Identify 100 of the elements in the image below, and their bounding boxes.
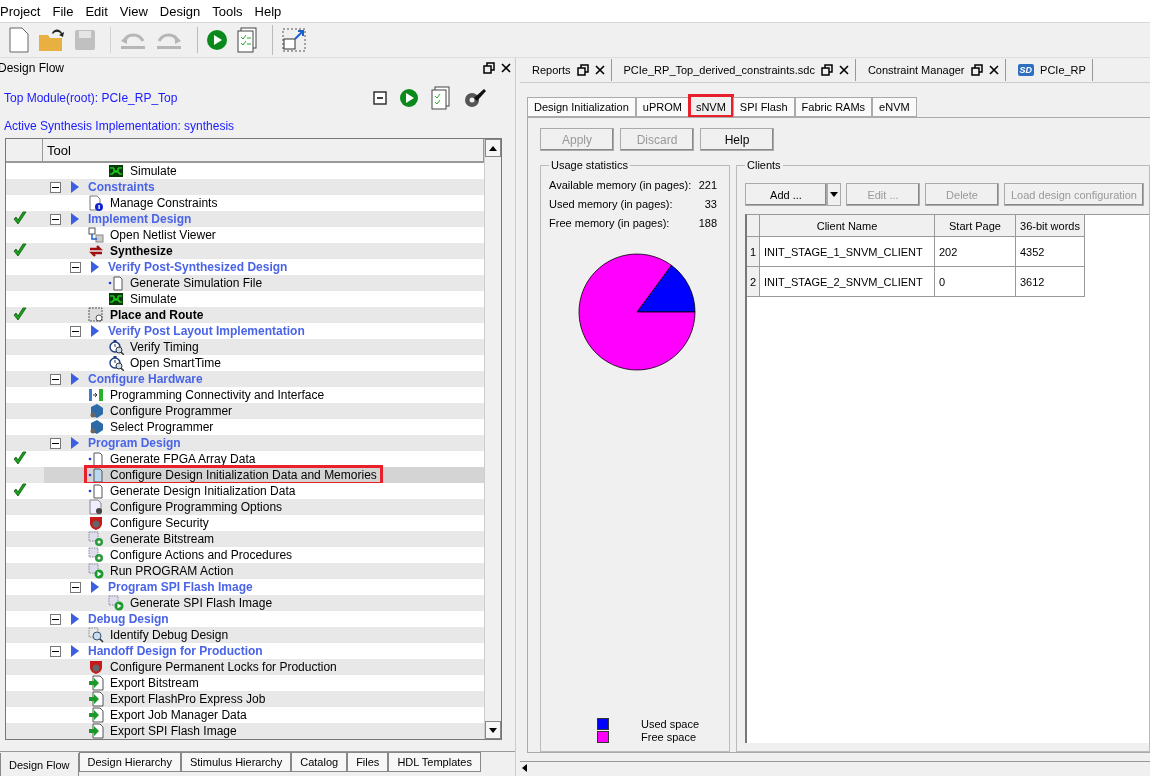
menu-item[interactable]: View xyxy=(113,3,154,19)
row-number: 2 xyxy=(747,267,760,297)
config-tab[interactable]: Design Initialization xyxy=(527,97,636,117)
tool-item[interactable]: Generate FPGA Array Data xyxy=(110,452,256,466)
scroll-up-button[interactable] xyxy=(485,139,501,157)
tool-item[interactable]: Open SmartTime xyxy=(130,356,221,370)
category-label[interactable]: Program Design xyxy=(88,436,181,450)
column-header: Start Page xyxy=(935,215,1016,237)
document-tab[interactable]: Reports xyxy=(520,59,612,81)
document-tab[interactable]: SD PCIe_RP xyxy=(1005,59,1093,81)
config-tab[interactable]: Fabric RAMs xyxy=(794,97,873,117)
category-label[interactable]: Debug Design xyxy=(88,612,169,626)
collapse-toggle[interactable] xyxy=(50,613,61,625)
open-folder-icon xyxy=(38,27,66,53)
close-icon xyxy=(838,65,849,75)
menu-item[interactable]: Edit xyxy=(79,3,114,19)
config-tab[interactable]: SPI Flash xyxy=(732,97,795,117)
tool-item[interactable]: Place and Route xyxy=(110,308,204,322)
check-mark-icon xyxy=(12,209,28,226)
table-cell: 4352 xyxy=(1016,237,1085,267)
add-button[interactable]: Add ... xyxy=(745,183,827,206)
close-icon xyxy=(501,63,511,73)
collapse-toggle[interactable] xyxy=(50,213,61,225)
expand-window-icon xyxy=(281,27,307,53)
group-title: Usage statistics xyxy=(550,159,630,171)
toolbar-button[interactable] xyxy=(272,25,309,55)
tool-item[interactable]: Export Bitstream xyxy=(110,676,199,690)
row-number: 1 xyxy=(747,237,760,267)
tool-item[interactable]: Generate Design Initialization Data xyxy=(110,484,296,498)
down-arrow-icon xyxy=(489,727,497,733)
triangle-right-icon xyxy=(71,213,79,225)
check-mark-icon xyxy=(12,241,28,258)
check-mark-icon xyxy=(12,449,28,466)
document-icon xyxy=(88,467,104,483)
group-title: Clients xyxy=(746,159,782,171)
triangle-right-icon xyxy=(91,325,99,337)
document-tab[interactable]: Constraint Manager xyxy=(855,59,1006,81)
tool-item[interactable]: Configure Actions and Procedures xyxy=(110,548,293,562)
toolbar-button[interactable] xyxy=(197,27,230,53)
category-label[interactable]: Verify Post-Synthesized Design xyxy=(108,260,288,274)
collapse-toggle[interactable] xyxy=(50,437,61,449)
panel-tab[interactable]: Design Hierarchy xyxy=(78,752,181,772)
tool-item[interactable]: Programming Connectivity and Interface xyxy=(110,388,325,402)
tool-item[interactable]: Select Programmer xyxy=(110,420,214,434)
panel-tab[interactable]: Design Flow xyxy=(0,753,79,776)
collapse-toggle[interactable] xyxy=(70,261,81,273)
column-header: Client Name xyxy=(760,215,935,237)
config-tab[interactable]: eNVM xyxy=(872,97,917,117)
stat-label: Used memory (in pages): xyxy=(549,197,673,210)
play-circle-icon xyxy=(206,29,228,51)
table-cell: INIT_STAGE_2_SNVM_CLIENT xyxy=(760,267,935,297)
category-label[interactable]: Verify Post Layout Implementation xyxy=(108,324,305,338)
collapse-toggle[interactable] xyxy=(50,645,61,657)
config-tab[interactable]: sNVM xyxy=(688,95,733,117)
collapse-toggle[interactable] xyxy=(70,325,81,337)
document-tab[interactable]: PCIe_RP_Top_derived_constraints.sdc xyxy=(611,59,856,81)
restore-icon xyxy=(483,62,495,74)
collapse-toggle[interactable] xyxy=(50,373,61,385)
dropdown-button[interactable] xyxy=(827,183,841,206)
table-cell: INIT_STAGE_1_SNVM_CLIENT xyxy=(760,237,935,267)
menu-item[interactable]: Design xyxy=(153,3,207,19)
collapse-toggle[interactable] xyxy=(50,181,61,193)
config-tab[interactable]: uPROM xyxy=(635,97,689,117)
scroll-down-button[interactable] xyxy=(485,721,501,739)
triangle-right-icon xyxy=(71,181,79,193)
waveform-icon xyxy=(108,291,124,307)
top-module-label: Top Module(root): PCIe_RP_Top xyxy=(4,91,178,105)
stat-value: 188 xyxy=(698,216,717,229)
menu-item[interactable]: Project xyxy=(0,3,47,19)
tool-item[interactable]: Open Netlist Viewer xyxy=(110,228,216,242)
caret-icon xyxy=(830,192,838,197)
tool-item[interactable]: Manage Constraints xyxy=(110,196,218,210)
category-label[interactable]: Implement Design xyxy=(88,212,192,226)
scroll-left-icon[interactable] xyxy=(522,764,527,772)
column-header: 36-bit words xyxy=(1016,215,1085,237)
tool-item[interactable]: Simulate xyxy=(130,292,177,306)
menu-item[interactable]: File xyxy=(46,3,80,19)
panel-tab[interactable]: Stimulus Hierarchy xyxy=(180,752,292,772)
tool-item[interactable]: Verify Timing xyxy=(130,340,199,354)
panel-tab[interactable]: Files xyxy=(347,752,389,772)
tool-item[interactable]: Export Job Manager Data xyxy=(110,708,247,722)
category-label[interactable]: Program SPI Flash Image xyxy=(108,580,253,594)
stat-label: Available memory (in pages): xyxy=(549,178,692,191)
tool-item[interactable]: Simulate xyxy=(130,164,177,178)
programmer-device-icon xyxy=(88,403,104,419)
checklist-document-icon xyxy=(236,27,258,53)
category-label[interactable]: Constraints xyxy=(88,180,155,194)
tool-item[interactable]: Configure Security xyxy=(110,516,209,530)
new-file-icon xyxy=(6,27,30,53)
menu-item[interactable]: Help xyxy=(248,3,288,19)
collapse-toggle[interactable] xyxy=(70,581,81,593)
action-button[interactable]: Help xyxy=(700,128,774,151)
menu-item[interactable]: Tools xyxy=(206,3,249,19)
category-label[interactable]: Handoff Design for Production xyxy=(88,644,263,658)
legend-label: Used space xyxy=(641,717,700,730)
panel-tab[interactable]: Catalog xyxy=(291,752,348,772)
check-mark-icon xyxy=(12,305,28,322)
tool-item[interactable]: Synthesize xyxy=(110,244,173,258)
tool-item[interactable]: Generate Bitstream xyxy=(110,532,215,546)
panel-tab[interactable]: HDL Templates xyxy=(388,752,481,772)
